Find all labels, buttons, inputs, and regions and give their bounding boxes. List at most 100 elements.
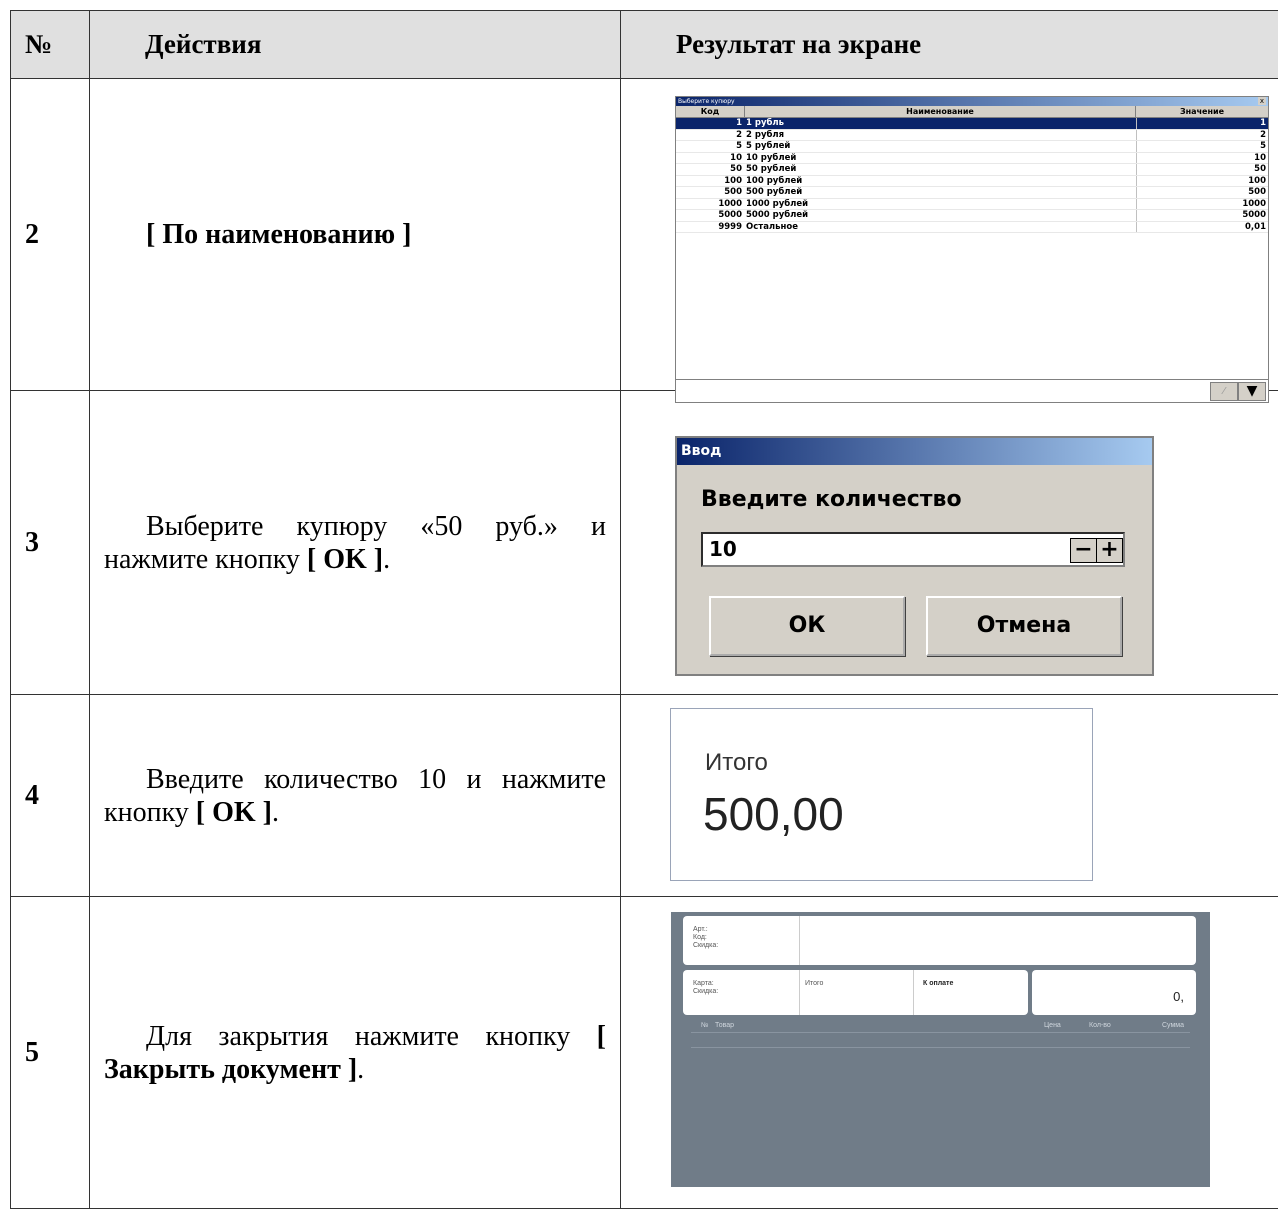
decrement-button[interactable]: −	[1070, 538, 1097, 563]
row-action: Для закрытия нажмите кнопку [ Закрыть до…	[90, 897, 621, 1209]
card-label: Карта:	[693, 980, 714, 988]
action-tail: .	[272, 797, 279, 828]
row-action: Выберите купюру «50 руб.» и нажмите кноп…	[90, 391, 621, 695]
list-item[interactable]: 100100 рублей100	[676, 176, 1268, 188]
list-item[interactable]: 22 рубля2	[676, 130, 1268, 142]
action-tail: .	[383, 544, 390, 575]
column-qty: Кол-во	[1089, 1022, 1111, 1029]
dialog-title: Ввод	[677, 438, 1152, 465]
list-item[interactable]: 11 рубль1	[676, 118, 1268, 130]
column-header-code[interactable]: Код	[676, 106, 745, 117]
list-item[interactable]: 55 рублей5	[676, 141, 1268, 153]
row-number: 5	[11, 897, 90, 1209]
action-tail: .	[357, 1054, 364, 1085]
cell-code: 50	[676, 164, 744, 175]
cell-value: 50	[1137, 164, 1268, 175]
cell-code: 5000	[676, 210, 744, 221]
cell-value: 0,01	[1137, 222, 1268, 233]
quantity-input[interactable]: 10 − +	[701, 532, 1125, 567]
cell-value: 100	[1137, 176, 1268, 187]
cell-value: 2	[1137, 130, 1268, 141]
ok-button[interactable]: ОК	[709, 596, 905, 656]
cell-name: 5 рублей	[744, 141, 1137, 152]
list-item[interactable]: 5050 рублей50	[676, 164, 1268, 176]
action-bold: [ OK ]	[196, 797, 272, 828]
header-actions: Действия	[90, 11, 621, 79]
list-item[interactable]: 500500 рублей500	[676, 187, 1268, 199]
column-number: №	[701, 1022, 709, 1029]
action-text: Для закрытия нажмите кнопку	[146, 1021, 570, 1052]
window-title-bar: Выберите купюру x	[676, 97, 1268, 106]
cell-name: Остальное	[744, 222, 1137, 233]
edit-icon[interactable]: ⁄	[1210, 382, 1238, 401]
action-bold: [ OK ]	[307, 544, 383, 575]
column-item: Товар	[715, 1022, 734, 1029]
window-title: Выберите купюру	[678, 98, 735, 105]
pos-screen: Арт.: Код: Скидка: Карта: Скидка: Итого …	[671, 912, 1210, 1187]
banknote-list-window: Выберите купюру x Код Наименование Значе…	[675, 96, 1269, 403]
cell-code: 100	[676, 176, 744, 187]
cell-code: 1	[676, 118, 744, 129]
cell-name: 1000 рублей	[744, 199, 1137, 210]
column-sum: Сумма	[1162, 1022, 1184, 1029]
table-header-row: № Действия Результат на экране	[11, 11, 1278, 79]
column-header-value[interactable]: Значение	[1136, 106, 1268, 117]
list-item[interactable]: 50005000 рублей5000	[676, 210, 1268, 222]
quantity-input-dialog: Ввод Введите количество 10 − + ОК Отмена	[675, 436, 1154, 676]
cell-name: 50 рублей	[744, 164, 1137, 175]
cell-code: 5	[676, 141, 744, 152]
total-panel: Итого 500,00	[670, 708, 1093, 881]
itogo-label: Итого	[805, 980, 823, 988]
row-number: 2	[11, 79, 90, 391]
cell-code: 2	[676, 130, 744, 141]
increment-button[interactable]: +	[1096, 538, 1123, 563]
action-bold: [ По наименованию ]	[146, 219, 411, 250]
to-pay-label: К оплате	[923, 980, 953, 988]
cell-name: 1 рубль	[744, 118, 1137, 129]
row-number: 4	[11, 695, 90, 897]
list-item[interactable]: 1010 рублей10	[676, 153, 1268, 165]
art-label: Арт.:	[693, 926, 708, 934]
cell-name: 100 рублей	[744, 176, 1137, 187]
cell-name: 5000 рублей	[744, 210, 1137, 221]
quantity-value: 10	[709, 537, 737, 561]
list-body: 11 рубль122 рубля255 рублей51010 рублей1…	[676, 118, 1268, 233]
payment-amount: 0,	[1173, 989, 1184, 1004]
header-result: Результат на экране	[621, 11, 1278, 79]
cell-value: 1	[1137, 118, 1268, 129]
cell-code: 500	[676, 187, 744, 198]
dropdown-arrow-icon[interactable]: ▼	[1238, 382, 1266, 401]
action-text: Введите количество 10 и нажмите кнопку	[104, 764, 606, 828]
header-number: №	[11, 11, 90, 79]
divider	[691, 1047, 1190, 1048]
item-info-card: Арт.: Код: Скидка:	[683, 916, 1196, 965]
cell-value: 1000	[1137, 199, 1268, 210]
cell-name: 2 рубля	[744, 130, 1137, 141]
column-price: Цена	[1044, 1022, 1061, 1029]
discount-label: Скидка:	[693, 988, 718, 996]
divider	[691, 1032, 1190, 1033]
payment-amount-card: 0,	[1032, 970, 1196, 1015]
cell-value: 5	[1137, 141, 1268, 152]
row-action: Введите количество 10 и нажмите кнопку […	[90, 695, 621, 897]
cell-value: 10	[1137, 153, 1268, 164]
cell-value: 500	[1137, 187, 1268, 198]
list-footer: ⁄ ▼	[676, 379, 1268, 402]
list-header: Код Наименование Значение	[676, 106, 1268, 118]
list-item[interactable]: 10001000 рублей1000	[676, 199, 1268, 211]
close-icon[interactable]: x	[1258, 97, 1266, 105]
cell-code: 9999	[676, 222, 744, 233]
code-label: Код:	[693, 934, 707, 942]
cell-code: 1000	[676, 199, 744, 210]
discount-label: Скидка:	[693, 942, 718, 950]
cell-name: 500 рублей	[744, 187, 1137, 198]
totals-card: Карта: Скидка: Итого К оплате	[683, 970, 1028, 1015]
dialog-prompt: Введите количество	[701, 487, 962, 512]
list-item[interactable]: 9999Остальное0,01	[676, 222, 1268, 234]
column-header-name[interactable]: Наименование	[745, 106, 1136, 117]
total-label: Итого	[705, 749, 768, 777]
row-action: [ По наименованию ]	[90, 79, 621, 391]
row-number: 3	[11, 391, 90, 695]
cancel-button[interactable]: Отмена	[926, 596, 1122, 656]
cell-name: 10 рублей	[744, 153, 1137, 164]
